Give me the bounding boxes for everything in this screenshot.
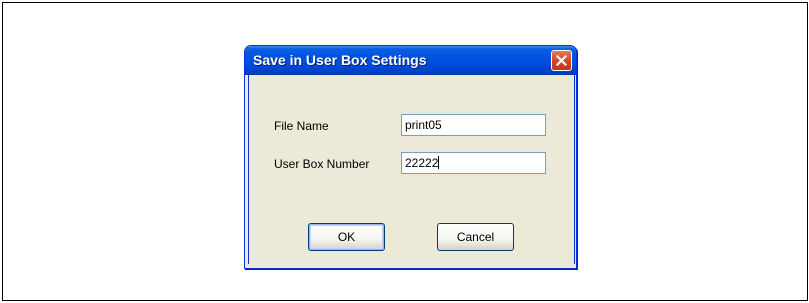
ok-button[interactable]: OK [308, 223, 385, 251]
close-button[interactable] [551, 50, 572, 71]
dialog-title: Save in User Box Settings [253, 52, 427, 68]
save-in-user-box-dialog: Save in User Box Settings File Name prin… [244, 45, 577, 269]
file-name-value: print05 [405, 118, 442, 132]
dialog-body: File Name print05 User Box Number 22222 … [248, 75, 575, 264]
text-caret [438, 156, 440, 169]
user-box-number-field[interactable]: 22222 [401, 152, 546, 174]
user-box-number-value: 22222 [405, 156, 439, 170]
cancel-button[interactable]: Cancel [437, 223, 514, 251]
close-x-icon [556, 55, 567, 66]
file-name-label: File Name [274, 119, 329, 133]
user-box-number-label: User Box Number [274, 157, 370, 171]
file-name-field[interactable]: print05 [401, 114, 546, 136]
dialog-titlebar[interactable]: Save in User Box Settings [245, 46, 576, 75]
